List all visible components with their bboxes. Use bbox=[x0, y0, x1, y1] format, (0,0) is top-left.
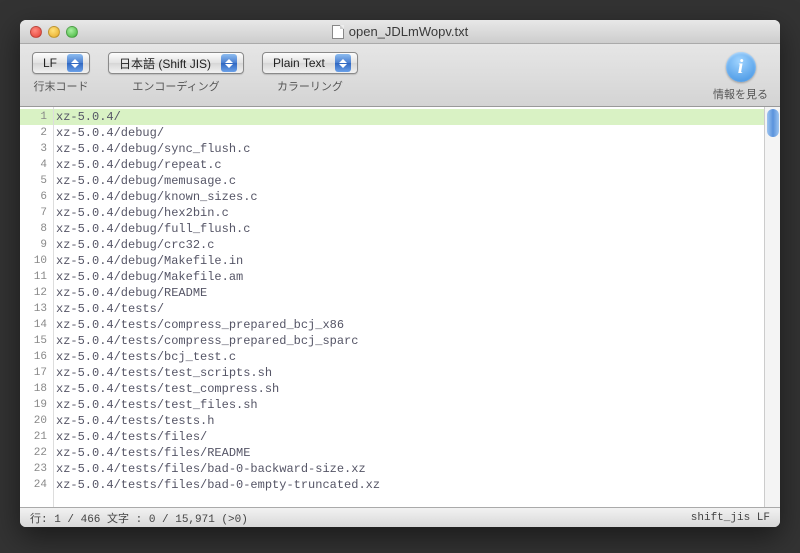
line-number: 11 bbox=[20, 269, 53, 285]
text-line[interactable]: xz-5.0.4/debug/crc32.c bbox=[54, 237, 764, 253]
info-label: 情報を見る bbox=[713, 86, 768, 102]
line-number: 19 bbox=[20, 397, 53, 413]
text-line[interactable]: xz-5.0.4/tests/test_files.sh bbox=[54, 397, 764, 413]
line-number: 17 bbox=[20, 365, 53, 381]
close-button[interactable] bbox=[30, 26, 42, 38]
line-number: 5 bbox=[20, 173, 53, 189]
minimize-button[interactable] bbox=[48, 26, 60, 38]
text-line[interactable]: xz-5.0.4/tests/files/ bbox=[54, 429, 764, 445]
line-number: 13 bbox=[20, 301, 53, 317]
text-content[interactable]: xz-5.0.4/xz-5.0.4/debug/xz-5.0.4/debug/s… bbox=[54, 107, 764, 507]
editor[interactable]: 123456789101112131415161718192021222324 … bbox=[20, 107, 780, 507]
line-number: 10 bbox=[20, 253, 53, 269]
status-left: 行: 1 / 466 文字 : 0 / 15,971 (>0) bbox=[30, 510, 248, 526]
coloring-select[interactable]: Plain Text bbox=[262, 52, 358, 74]
text-line[interactable]: xz-5.0.4/debug/ bbox=[54, 125, 764, 141]
title-text: open_JDLmWopv.txt bbox=[349, 24, 468, 39]
text-line[interactable]: xz-5.0.4/tests/files/bad-0-empty-truncat… bbox=[54, 477, 764, 493]
zoom-button[interactable] bbox=[66, 26, 78, 38]
text-line[interactable]: xz-5.0.4/tests/files/bad-0-backward-size… bbox=[54, 461, 764, 477]
text-line[interactable]: xz-5.0.4/debug/repeat.c bbox=[54, 157, 764, 173]
line-number: 24 bbox=[20, 477, 53, 493]
text-line[interactable]: xz-5.0.4/debug/memusage.c bbox=[54, 173, 764, 189]
dropdown-arrows-icon bbox=[67, 54, 83, 72]
coloring-group: Plain Text カラーリング bbox=[262, 52, 358, 94]
line-number: 7 bbox=[20, 205, 53, 221]
document-icon bbox=[332, 25, 344, 39]
text-line[interactable]: xz-5.0.4/tests/test_scripts.sh bbox=[54, 365, 764, 381]
info-group: i 情報を見る bbox=[713, 52, 768, 102]
line-number: 6 bbox=[20, 189, 53, 205]
text-line[interactable]: xz-5.0.4/tests/bcj_test.c bbox=[54, 349, 764, 365]
line-number: 9 bbox=[20, 237, 53, 253]
encoding-value: 日本語 (Shift JIS) bbox=[119, 55, 221, 72]
text-line[interactable]: xz-5.0.4/debug/known_sizes.c bbox=[54, 189, 764, 205]
dropdown-arrows-icon bbox=[335, 54, 351, 72]
line-number: 20 bbox=[20, 413, 53, 429]
lineending-group: LF 行末コード bbox=[32, 52, 90, 94]
encoding-select[interactable]: 日本語 (Shift JIS) bbox=[108, 52, 244, 74]
info-button[interactable]: i bbox=[726, 52, 756, 82]
encoding-group: 日本語 (Shift JIS) エンコーディング bbox=[108, 52, 244, 94]
line-number: 4 bbox=[20, 157, 53, 173]
traffic-lights bbox=[20, 26, 78, 38]
line-number: 2 bbox=[20, 125, 53, 141]
text-line[interactable]: xz-5.0.4/tests/ bbox=[54, 301, 764, 317]
text-line[interactable]: xz-5.0.4/debug/Makefile.am bbox=[54, 269, 764, 285]
text-line[interactable]: xz-5.0.4/tests/test_compress.sh bbox=[54, 381, 764, 397]
line-number: 23 bbox=[20, 461, 53, 477]
lineending-select[interactable]: LF bbox=[32, 52, 90, 74]
info-icon: i bbox=[738, 56, 744, 79]
scrollbar-thumb[interactable] bbox=[767, 109, 779, 137]
line-number: 3 bbox=[20, 141, 53, 157]
dropdown-arrows-icon bbox=[221, 54, 237, 72]
line-number: 21 bbox=[20, 429, 53, 445]
encoding-label: エンコーディング bbox=[132, 78, 219, 94]
line-number: 14 bbox=[20, 317, 53, 333]
editor-window: open_JDLmWopv.txt LF 行末コード 日本語 (Shift JI… bbox=[20, 20, 780, 527]
coloring-label: カラーリング bbox=[277, 78, 343, 94]
text-line[interactable]: xz-5.0.4/debug/Makefile.in bbox=[54, 253, 764, 269]
line-number: 18 bbox=[20, 381, 53, 397]
statusbar: 行: 1 / 466 文字 : 0 / 15,971 (>0) shift_ji… bbox=[20, 507, 780, 527]
window-title: open_JDLmWopv.txt bbox=[20, 24, 780, 39]
line-number: 8 bbox=[20, 221, 53, 237]
text-line[interactable]: xz-5.0.4/tests/compress_prepared_bcj_spa… bbox=[54, 333, 764, 349]
text-line[interactable]: xz-5.0.4/tests/tests.h bbox=[54, 413, 764, 429]
lineending-label: 行末コード bbox=[34, 78, 89, 94]
line-number: 12 bbox=[20, 285, 53, 301]
coloring-value: Plain Text bbox=[273, 56, 335, 70]
text-line[interactable]: xz-5.0.4/debug/full_flush.c bbox=[54, 221, 764, 237]
text-line[interactable]: xz-5.0.4/ bbox=[54, 109, 764, 125]
titlebar[interactable]: open_JDLmWopv.txt bbox=[20, 20, 780, 44]
line-number: 16 bbox=[20, 349, 53, 365]
line-number: 15 bbox=[20, 333, 53, 349]
toolbar: LF 行末コード 日本語 (Shift JIS) エンコーディング Plain … bbox=[20, 44, 780, 107]
line-number: 22 bbox=[20, 445, 53, 461]
lineending-value: LF bbox=[43, 56, 67, 70]
vertical-scrollbar[interactable] bbox=[764, 107, 780, 507]
text-line[interactable]: xz-5.0.4/tests/files/README bbox=[54, 445, 764, 461]
line-number: 1 bbox=[20, 109, 53, 125]
text-line[interactable]: xz-5.0.4/tests/compress_prepared_bcj_x86 bbox=[54, 317, 764, 333]
text-line[interactable]: xz-5.0.4/debug/hex2bin.c bbox=[54, 205, 764, 221]
line-number-gutter: 123456789101112131415161718192021222324 bbox=[20, 107, 54, 507]
text-line[interactable]: xz-5.0.4/debug/README bbox=[54, 285, 764, 301]
text-line[interactable]: xz-5.0.4/debug/sync_flush.c bbox=[54, 141, 764, 157]
status-right: shift_jis LF bbox=[691, 512, 770, 524]
